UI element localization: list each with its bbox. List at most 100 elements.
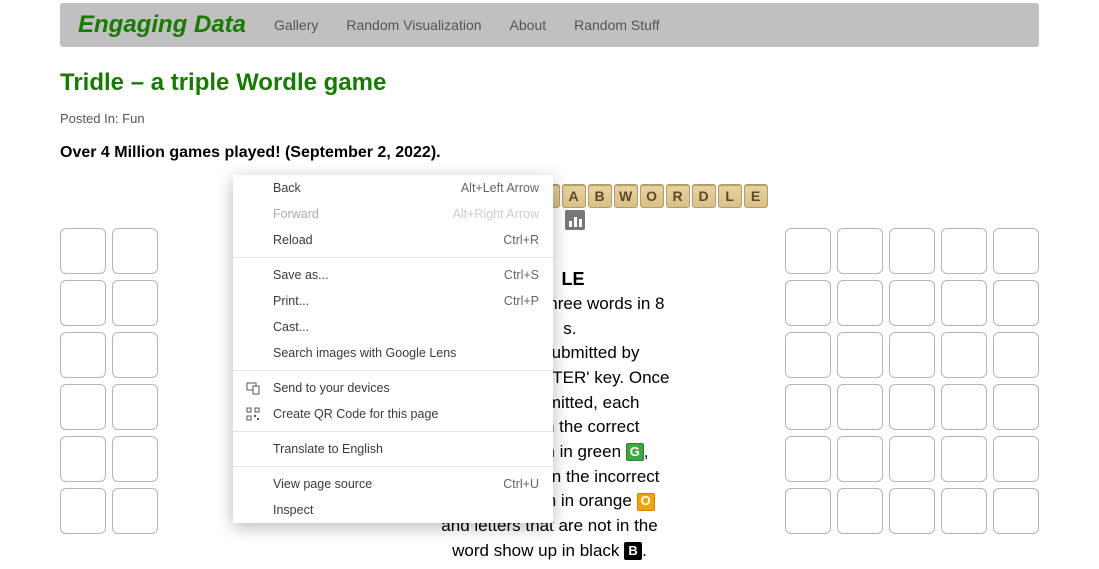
ctx-save-as[interactable]: Save as... Ctrl+S — [233, 262, 553, 288]
cell — [60, 228, 106, 274]
cell — [993, 280, 1039, 326]
ctx-cast[interactable]: Cast... — [233, 314, 553, 340]
cell — [837, 280, 883, 326]
ctx-shortcut: Alt+Right Arrow — [453, 207, 540, 221]
cell — [889, 280, 935, 326]
cell — [112, 280, 158, 326]
cell — [112, 436, 158, 482]
board-left[interactable] — [60, 228, 158, 534]
cell — [889, 384, 935, 430]
brand-logo[interactable]: Engaging Data — [78, 11, 246, 39]
cell — [889, 488, 935, 534]
ctx-shortcut: Ctrl+P — [504, 294, 539, 308]
board-right[interactable] — [785, 228, 1039, 534]
cell — [941, 384, 987, 430]
ctx-translate[interactable]: Translate to English — [233, 436, 553, 462]
ctx-separator — [233, 257, 553, 258]
orange-chip-icon: O — [637, 493, 655, 511]
cell — [837, 488, 883, 534]
cell — [889, 228, 935, 274]
cell — [941, 280, 987, 326]
cell — [785, 332, 831, 378]
cell — [60, 384, 106, 430]
cell — [112, 384, 158, 430]
cell — [993, 228, 1039, 274]
cell — [993, 488, 1039, 534]
browser-context-menu: Back Alt+Left Arrow Forward Alt+Right Ar… — [233, 175, 553, 523]
ctx-send-devices[interactable]: Send to your devices — [233, 375, 553, 401]
cell — [889, 332, 935, 378]
ctx-shortcut: Alt+Left Arrow — [461, 181, 539, 195]
cell — [785, 280, 831, 326]
ctx-separator — [233, 370, 553, 371]
ctx-qr-code[interactable]: Create QR Code for this page — [233, 401, 553, 427]
tile-letter: A — [562, 184, 586, 208]
ctx-print[interactable]: Print... Ctrl+P — [233, 288, 553, 314]
green-chip-icon: G — [626, 443, 644, 461]
cell — [941, 436, 987, 482]
ctx-shortcut: Ctrl+U — [503, 477, 539, 491]
ctx-reload[interactable]: Reload Ctrl+R — [233, 227, 553, 253]
cell — [60, 332, 106, 378]
page-title: Tridle – a triple Wordle game — [60, 69, 1039, 97]
black-chip-icon: B — [624, 542, 642, 560]
subheadline: Over 4 Million games played! (September … — [60, 144, 1039, 162]
nav-random-visualization[interactable]: Random Visualization — [346, 17, 481, 33]
navbar: Engaging Data Gallery Random Visualizati… — [60, 3, 1039, 47]
tile-letter: D — [692, 184, 716, 208]
cell — [785, 488, 831, 534]
page-root: Engaging Data Gallery Random Visualizati… — [0, 0, 1099, 569]
ctx-label: Back — [273, 181, 301, 195]
ctx-back[interactable]: Back Alt+Left Arrow — [233, 175, 553, 201]
tile-letter: L — [718, 184, 742, 208]
cell — [785, 384, 831, 430]
cell — [837, 228, 883, 274]
cell — [941, 488, 987, 534]
stats-icon[interactable] — [565, 210, 585, 230]
ctx-label: Forward — [273, 207, 319, 221]
ctx-separator — [233, 431, 553, 432]
posted-in-value[interactable]: Fun — [122, 111, 144, 126]
cell — [837, 436, 883, 482]
cell — [785, 228, 831, 274]
ctx-label: Print... — [273, 294, 309, 308]
ctx-shortcut: Ctrl+R — [503, 233, 539, 247]
ctx-label: Translate to English — [273, 442, 383, 456]
tile-letter: E — [744, 184, 768, 208]
cell — [993, 384, 1039, 430]
devices-icon — [245, 380, 261, 396]
ctx-separator — [233, 466, 553, 467]
ctx-label: Search images with Google Lens — [273, 346, 456, 360]
cell — [60, 280, 106, 326]
cell — [60, 436, 106, 482]
ctx-inspect[interactable]: Inspect — [233, 497, 553, 523]
ctx-label: Create QR Code for this page — [273, 407, 438, 421]
cell — [112, 488, 158, 534]
posted-in: Posted In: Fun — [60, 111, 1039, 126]
cell — [837, 332, 883, 378]
cell — [941, 332, 987, 378]
cell — [785, 436, 831, 482]
nav-about[interactable]: About — [510, 17, 547, 33]
cell — [993, 332, 1039, 378]
cell — [112, 228, 158, 274]
ctx-label: Send to your devices — [273, 381, 390, 395]
cell — [889, 436, 935, 482]
tile-letter: R — [666, 184, 690, 208]
qr-icon — [245, 406, 261, 422]
instructions-line: word show up in black B. — [405, 539, 695, 564]
posted-in-label: Posted In: — [60, 111, 122, 126]
nav-random-stuff[interactable]: Random Stuff — [574, 17, 659, 33]
cell — [112, 332, 158, 378]
ctx-view-source[interactable]: View page source Ctrl+U — [233, 471, 553, 497]
tile-letter: O — [640, 184, 664, 208]
ctx-search-lens[interactable]: Search images with Google Lens — [233, 340, 553, 366]
ctx-forward: Forward Alt+Right Arrow — [233, 201, 553, 227]
tile-letter: B — [588, 184, 612, 208]
nav-gallery[interactable]: Gallery — [274, 17, 318, 33]
cell — [837, 384, 883, 430]
ctx-shortcut: Ctrl+S — [504, 268, 539, 282]
ctx-label: Inspect — [273, 503, 313, 517]
tile-letter: W — [614, 184, 638, 208]
ctx-label: Save as... — [273, 268, 329, 282]
